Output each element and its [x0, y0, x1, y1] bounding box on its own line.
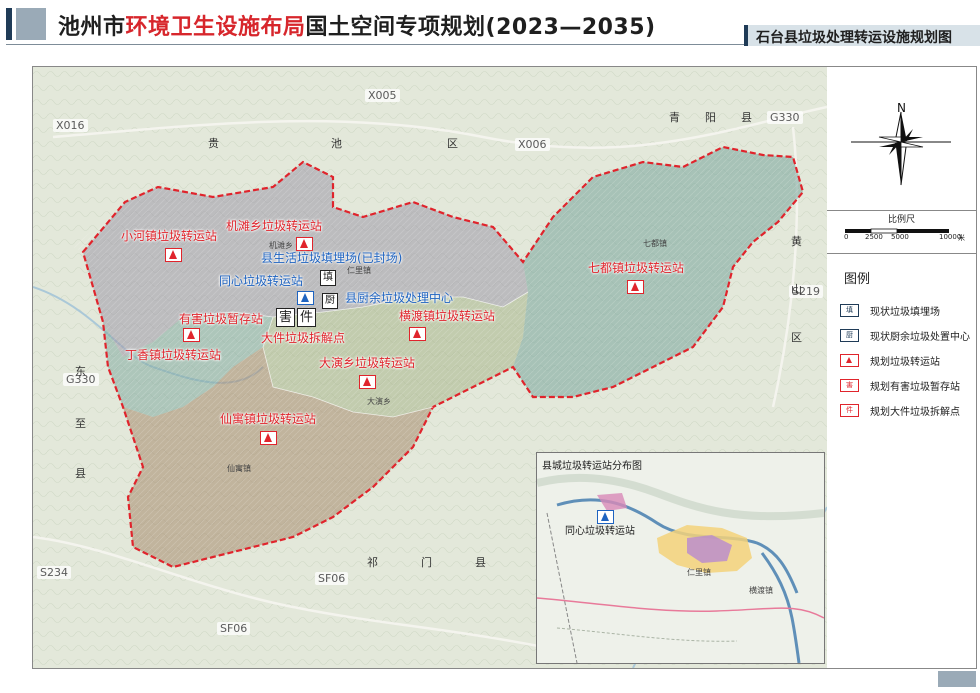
neighbor-county-char: 阳	[705, 111, 716, 124]
neighbor-county-char: 黄	[791, 235, 802, 248]
neighbor-county-char: 区	[447, 137, 458, 150]
inset-map[interactable]: 县城垃圾转运站分布图 同心垃圾转运站 仁里镇 横渡镇	[536, 452, 825, 664]
road-label: G330	[767, 111, 803, 124]
label-hazardous-station: 有害垃圾暂存站	[179, 312, 264, 326]
legend-label: 现状垃圾填埋场	[870, 307, 940, 318]
town-name: 仁里镇	[347, 266, 371, 275]
label-kitchen-center: 县厨余垃圾处理中心	[345, 291, 454, 305]
neighbor-county-char: 县	[475, 556, 486, 569]
label-tongxin-station: 同心垃圾转运站	[219, 274, 304, 288]
label-dayan-station: 大演乡垃圾转运站	[319, 356, 416, 370]
neighbor-county-char: 青	[669, 111, 680, 124]
label-xianyu-station: 仙寓镇垃圾转运站	[220, 412, 317, 426]
kitchen-waste-icon[interactable]: 厨	[322, 293, 338, 309]
neighbor-county-char: 区	[791, 331, 802, 344]
north-arrow-icon	[851, 111, 951, 186]
north-label: N	[897, 101, 906, 115]
road-label: X016	[53, 119, 88, 132]
landfill-icon: 填	[840, 304, 859, 317]
label-qidu-station: 七都镇垃圾转运站	[588, 261, 685, 275]
road-label: S234	[37, 566, 71, 579]
transfer-station-icon[interactable]	[165, 248, 182, 262]
legend-label: 规划垃圾转运站	[870, 357, 940, 368]
inset-town-name: 横渡镇	[749, 586, 773, 595]
transfer-station-icon[interactable]	[359, 375, 376, 389]
inset-canvas	[537, 453, 824, 663]
existing-station-icon[interactable]	[297, 291, 314, 305]
label-bulky-point: 大件垃圾拆解点	[261, 331, 346, 345]
transfer-station-icon[interactable]	[627, 280, 644, 294]
neighbor-county-char: 贵	[208, 137, 219, 150]
existing-station-icon[interactable]	[597, 510, 614, 524]
scale-unit: 米	[958, 234, 965, 242]
hazardous-waste-icon[interactable]: 害	[276, 308, 295, 327]
label-landfill: 县生活垃圾填埋场(已封场)	[261, 251, 403, 265]
road-label: SF06	[217, 622, 251, 635]
bulky-waste-icon[interactable]: 件	[297, 308, 316, 327]
sidebar-divider	[827, 210, 976, 211]
landfill-icon[interactable]: 填	[320, 270, 336, 286]
label-jitan-station: 机滩乡垃圾转运站	[226, 219, 323, 233]
label-xiaohe-station: 小河镇垃圾转运站	[121, 229, 218, 243]
label-hengdu-station: 横渡镇垃圾转运站	[399, 309, 496, 323]
neighbor-county-char: 县	[75, 467, 86, 480]
scale-tick: 0	[844, 233, 849, 241]
town-name: 大演乡	[367, 397, 391, 406]
town-name: 仙寓镇	[227, 464, 251, 473]
neighbor-county-char: 门	[421, 556, 432, 569]
page-title: 池州市环境卫生设施布局国土空间专项规划(2023—2035)	[58, 9, 656, 41]
title-prefix: 池州市	[58, 15, 126, 40]
neighbor-county-char: 山	[791, 283, 802, 296]
map-subtitle: 石台县垃圾处理转运设施规划图	[756, 30, 952, 46]
neighbor-county-char: 祁	[367, 556, 378, 569]
transfer-station-icon[interactable]	[409, 327, 426, 341]
scale-tick: 2500	[865, 233, 883, 241]
inset-station-label: 同心垃圾转运站	[565, 526, 635, 537]
inset-title: 县城垃圾转运站分布图	[542, 461, 642, 472]
kitchen-waste-icon: 厨	[840, 329, 859, 342]
legend-title: 图例	[844, 272, 871, 287]
map-sidebar: N 比例尺 0 2500 5000 10000 米 图例 填 现状垃圾填埋场 厨…	[827, 66, 977, 669]
scale-bar-title: 比例尺	[887, 215, 915, 225]
title-highlight: 环境卫生设施布局	[125, 15, 306, 40]
road-label: SF06	[315, 572, 349, 585]
title-suffix: 国土空间专项规划(2023—2035)	[305, 15, 656, 40]
hazardous-waste-icon: 害	[840, 379, 859, 392]
bulky-waste-icon: 件	[840, 404, 859, 417]
legend-label: 规划有害垃圾暂存站	[870, 382, 960, 393]
label-dingxiang-station: 丁香镇垃圾转运站	[125, 348, 222, 362]
town-name: 七都镇	[643, 239, 667, 248]
header-accent-bar	[6, 8, 12, 40]
road-label: X006	[515, 138, 550, 151]
legend-label: 现状厨余垃圾处置中心	[870, 332, 970, 343]
transfer-station-icon[interactable]	[260, 431, 277, 445]
transfer-station-icon	[840, 354, 859, 367]
neighbor-county-char: 东	[75, 365, 86, 378]
neighbor-county-char: 池	[331, 137, 342, 150]
page-corner-block	[938, 671, 976, 687]
header-accent-block	[16, 8, 46, 40]
transfer-station-icon[interactable]	[183, 328, 200, 342]
sidebar-divider	[827, 253, 976, 254]
legend-label: 规划大件垃圾拆解点	[870, 407, 960, 418]
road-label: X005	[365, 89, 400, 102]
inset-town-name: 仁里镇	[687, 568, 711, 577]
transfer-station-icon[interactable]	[296, 237, 313, 251]
town-name: 机滩乡	[269, 241, 293, 250]
neighbor-county-char: 县	[741, 111, 752, 124]
neighbor-county-char: 至	[75, 417, 86, 430]
scale-tick: 5000	[891, 233, 909, 241]
